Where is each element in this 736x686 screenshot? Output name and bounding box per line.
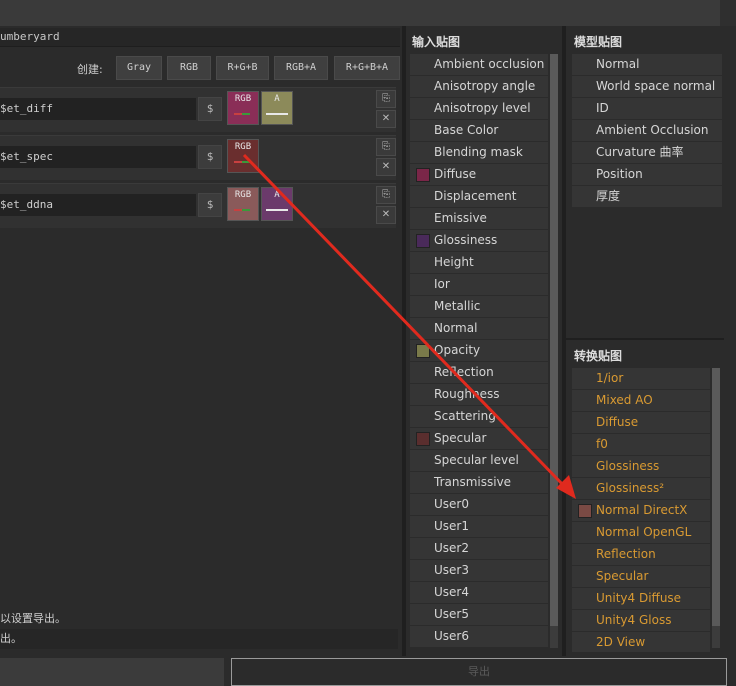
arrow-head xyxy=(556,475,576,499)
arrow-line xyxy=(242,153,568,490)
annotation-arrow xyxy=(242,153,576,499)
